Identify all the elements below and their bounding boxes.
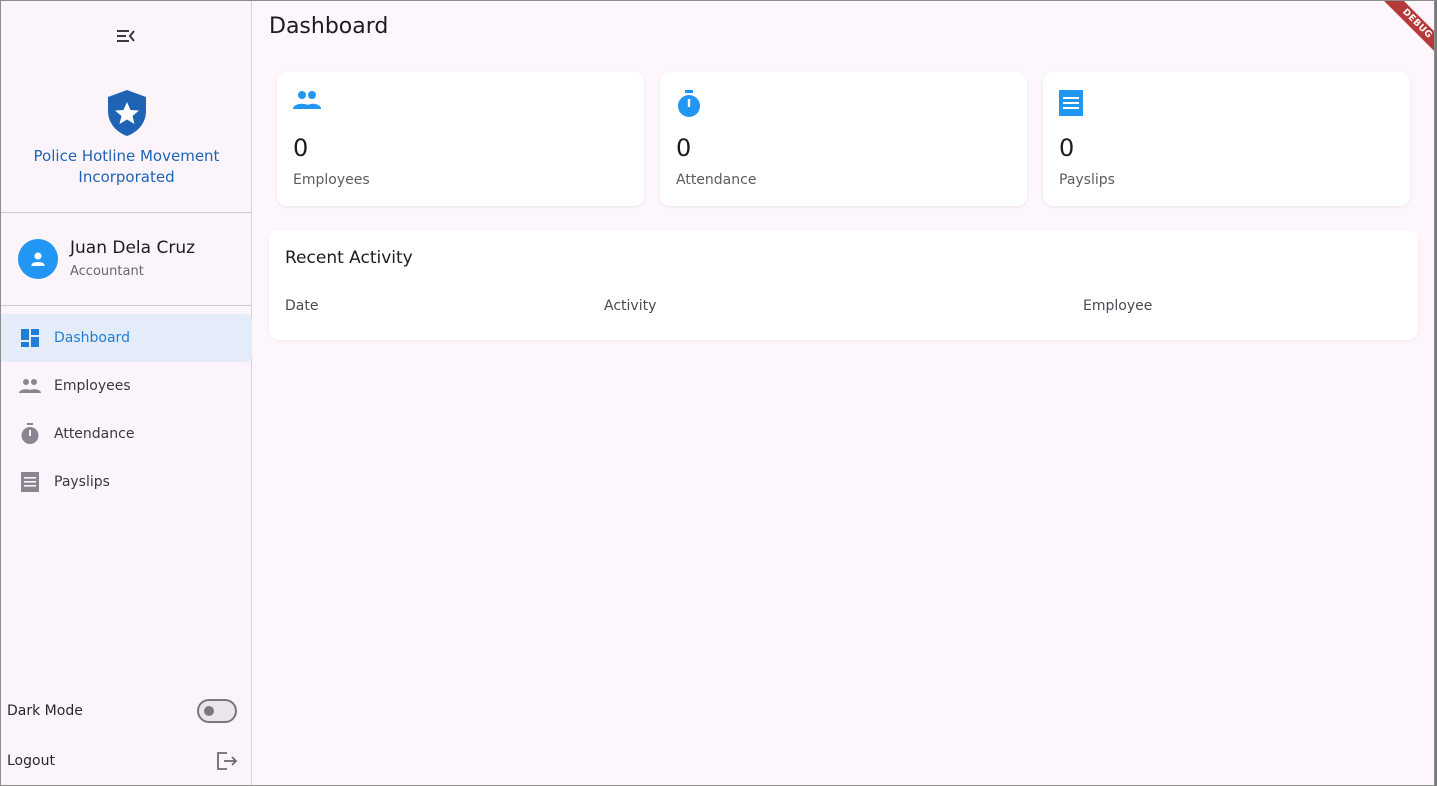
stat-card-payslips: 0 Payslips <box>1043 72 1410 206</box>
column-header-activity: Activity <box>604 298 657 314</box>
avatar <box>18 239 58 279</box>
dashboard-icon <box>19 327 41 349</box>
toggle-knob <box>204 706 214 716</box>
page-title: Dashboard <box>269 14 389 39</box>
user-name: Juan Dela Cruz <box>70 238 196 258</box>
stat-card-attendance: 0 Attendance <box>660 72 1027 206</box>
people-icon <box>293 90 321 116</box>
sidebar-item-label: Attendance <box>54 426 135 442</box>
timer-icon <box>676 90 704 117</box>
sidebar-item-label: Employees <box>54 378 131 394</box>
stat-label: Employees <box>293 172 370 188</box>
sidebar-item-label: Dashboard <box>54 330 130 346</box>
stat-value: 0 <box>676 134 692 162</box>
collapse-menu-icon[interactable] <box>113 23 139 49</box>
person-icon <box>31 252 45 266</box>
receipt-icon <box>1059 90 1087 116</box>
brand-name: Police Hotline Movement Incorporated <box>1 146 252 188</box>
timer-icon <box>19 423 41 445</box>
column-header-employee: Employee <box>1083 298 1153 314</box>
people-icon <box>19 375 41 397</box>
dark-mode-toggle[interactable] <box>197 699 237 723</box>
stat-card-employees: 0 Employees <box>277 72 644 206</box>
debug-banner: DEBUG <box>1364 1 1434 71</box>
receipt-icon <box>19 471 41 493</box>
sidebar-item-dashboard[interactable]: Dashboard <box>1 314 252 362</box>
logout-icon[interactable] <box>215 750 239 772</box>
sidebar-item-label: Payslips <box>54 474 110 490</box>
sidebar: Police Hotline Movement Incorporated Jua… <box>1 1 252 785</box>
user-role: Accountant <box>70 264 144 279</box>
recent-activity-title: Recent Activity <box>285 248 413 268</box>
brand-name-line2: Incorporated <box>78 168 175 186</box>
sidebar-item-attendance[interactable]: Attendance <box>1 410 252 458</box>
stat-value: 0 <box>1059 134 1075 162</box>
column-header-date: Date <box>285 298 319 314</box>
sidebar-item-employees[interactable]: Employees <box>1 362 252 410</box>
divider <box>1 305 252 306</box>
stat-label: Payslips <box>1059 172 1115 188</box>
logout-link[interactable]: Logout <box>7 753 55 769</box>
debug-ribbon-label: DEBUG <box>1380 1 1434 61</box>
sidebar-item-payslips[interactable]: Payslips <box>1 458 252 506</box>
recent-activity-card: Recent Activity Date Activity Employee <box>269 230 1418 340</box>
brand-name-line1: Police Hotline Movement <box>33 147 220 165</box>
app-window: Police Hotline Movement Incorporated Jua… <box>0 0 1435 786</box>
stat-value: 0 <box>293 134 309 162</box>
police-shield-logo <box>106 89 148 137</box>
divider <box>1 212 252 213</box>
stat-label: Attendance <box>676 172 757 188</box>
dark-mode-label: Dark Mode <box>7 703 83 719</box>
